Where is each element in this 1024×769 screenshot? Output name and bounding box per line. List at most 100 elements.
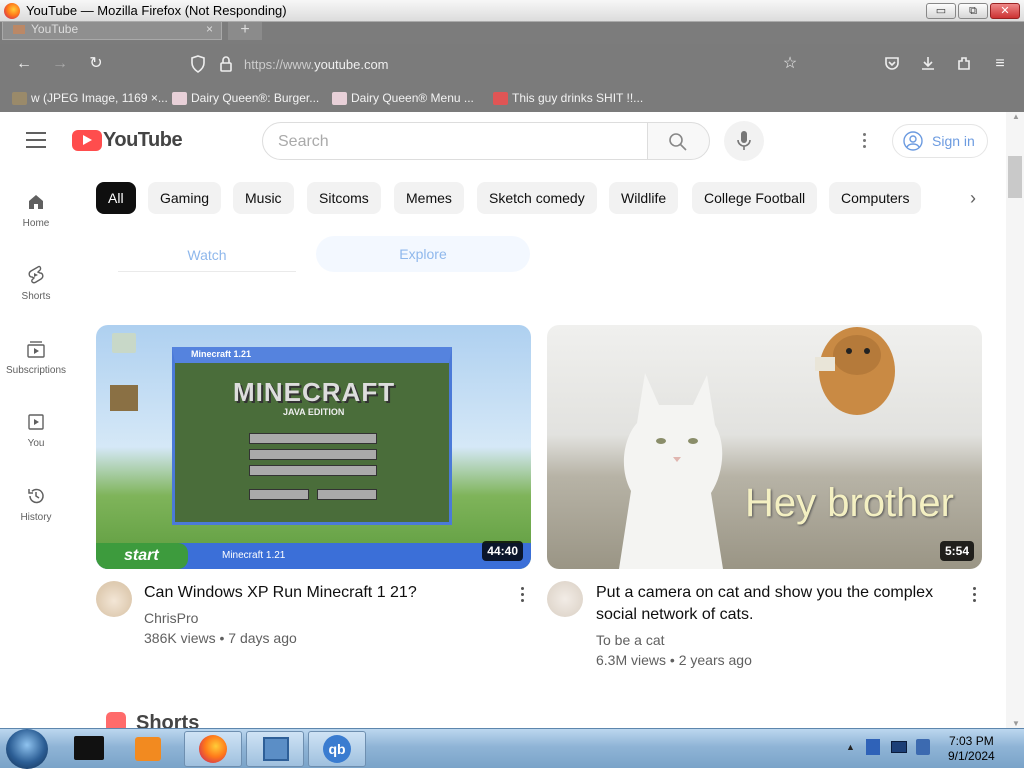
youtube-page: YouTube Search Sign in Home Shorts Subsc… [0, 112, 1024, 728]
thumb-minecraft-title: MINECRAFT [233, 377, 396, 407]
image-icon [12, 91, 27, 105]
bookmark-item[interactable]: This guy drinks SHIT !!... [493, 90, 643, 106]
channel-name[interactable]: ChrisPro [144, 608, 198, 628]
search-input[interactable]: Search [262, 122, 648, 160]
lock-icon[interactable] [217, 55, 235, 73]
chip-wildlife[interactable]: Wildlife [609, 182, 679, 214]
channel-name[interactable]: To be a cat [596, 630, 665, 650]
tray-expand-icon[interactable]: ▲ [846, 742, 855, 752]
tray-volume-icon[interactable] [916, 739, 930, 755]
search-button[interactable] [647, 122, 710, 160]
url-bar[interactable]: https://www.youtube.com [244, 57, 389, 72]
channel-avatar[interactable] [547, 581, 583, 617]
taskbar-network-button[interactable] [246, 731, 304, 767]
new-tab-button[interactable]: + [228, 22, 262, 40]
back-icon[interactable]: ← [15, 55, 33, 73]
video-meta: 6.3M views • 2 years ago [596, 652, 752, 668]
chip-memes[interactable]: Memes [394, 182, 464, 214]
video-thumbnail[interactable]: Hey brother 5:54 [547, 325, 982, 569]
tab-explore[interactable]: Explore [316, 236, 530, 272]
white-cat-image [619, 373, 723, 569]
chip-gaming[interactable]: Gaming [148, 182, 222, 214]
taskbar-qbittorrent-button[interactable]: qb [308, 731, 366, 767]
home-icon [29, 195, 43, 209]
video-title[interactable]: Can Windows XP Run Minecraft 1 21? [144, 582, 504, 604]
tray-network-icon[interactable] [891, 741, 907, 753]
url-domain: youtube.com [314, 57, 389, 72]
forward-icon[interactable]: → [51, 55, 69, 73]
youtube-logo-text[interactable]: YouTube [103, 129, 183, 152]
minecraft-launcher-icon [110, 385, 138, 411]
rail-subscriptions[interactable]: Subscriptions [0, 339, 72, 376]
tracking-shield-icon[interactable] [189, 55, 207, 73]
channel-avatar[interactable] [96, 581, 132, 617]
video-duration: 5:54 [939, 541, 974, 561]
tray-security-icon[interactable] [866, 739, 880, 755]
video-meta: 386K views • 7 days ago [144, 630, 297, 646]
voice-search-button[interactable] [724, 121, 764, 161]
scroll-down-icon[interactable]: ▼ [1012, 719, 1020, 728]
chip-college-football[interactable]: College Football [692, 182, 818, 214]
taskbar-firefox-button[interactable] [184, 731, 242, 767]
thumb-task-label: Minecraft 1.21 [222, 550, 286, 561]
bookmark-star-icon[interactable]: ☆ [781, 55, 799, 73]
firefox-logo-icon [4, 3, 20, 19]
sign-in-label: Sign in [932, 133, 975, 149]
rail-label: Home [22, 218, 50, 229]
scroll-up-icon[interactable]: ▲ [1012, 112, 1020, 121]
clock-date: 9/1/2024 [948, 749, 995, 763]
sign-in-button[interactable]: Sign in [892, 124, 988, 158]
restore-button[interactable]: ⧉ [958, 3, 988, 19]
bookmark-label: Dairy Queen® Menu ... [351, 91, 474, 105]
chips-next-chevron-icon[interactable]: › [970, 188, 976, 209]
tab-watch[interactable]: Watch [118, 238, 296, 272]
chip-computers[interactable]: Computers [829, 182, 922, 214]
video-more-icon[interactable] [517, 586, 527, 604]
rail-home[interactable]: Home [0, 192, 72, 229]
chip-music[interactable]: Music [233, 182, 294, 214]
thumb-caption: Hey brother [745, 481, 954, 525]
thumb-start-button: start [96, 543, 188, 569]
pocket-icon[interactable] [883, 55, 901, 73]
navigation-toolbar: ← → ↻ https://www.youtube.com ☆ ≡ [0, 44, 1024, 84]
extensions-icon[interactable] [955, 55, 973, 73]
bookmark-item[interactable]: Dairy Queen®: Burger... [172, 90, 319, 106]
network-app-icon [263, 737, 289, 761]
chip-sitcoms[interactable]: Sitcoms [307, 182, 381, 214]
bookmark-item[interactable]: Dairy Queen® Menu ... [332, 90, 474, 106]
window-title-bar[interactable]: YouTube — Mozilla Firefox (Not Respondin… [0, 0, 1024, 22]
guide-menu-icon[interactable] [26, 132, 46, 148]
bookmarks-toolbar: w (JPEG Image, 1169 ×... Dairy Queen®: B… [0, 84, 1024, 112]
rail-you[interactable]: You [0, 412, 72, 449]
rail-history[interactable]: History [0, 486, 72, 523]
menu-hamburger-icon[interactable]: ≡ [991, 55, 1009, 73]
clock-time: 7:03 PM [949, 734, 994, 748]
close-button[interactable]: ✕ [990, 3, 1020, 19]
rail-shorts[interactable]: Shorts [0, 265, 72, 302]
start-orb-icon[interactable] [6, 729, 48, 769]
chip-sketch-comedy[interactable]: Sketch comedy [477, 182, 597, 214]
settings-more-icon[interactable] [859, 132, 869, 150]
scrollbar-thumb[interactable] [1008, 156, 1022, 198]
video-title[interactable]: Put a camera on cat and show you the com… [596, 582, 966, 626]
media-player-icon[interactable] [135, 737, 161, 761]
search-icon [669, 133, 687, 151]
minimize-button[interactable]: ▭ [926, 3, 956, 19]
tab-youtube[interactable]: YouTube × [2, 22, 222, 40]
youtube-logo-icon[interactable] [72, 130, 102, 151]
shorts-heading: Shorts [136, 712, 200, 728]
system-clock[interactable]: 7:03 PM 9/1/2024 [948, 734, 995, 764]
video-thumbnail[interactable]: Minecraft 1.21 MINECRAFT JAVA EDITION st… [96, 325, 531, 569]
firefox-icon [199, 735, 227, 763]
video-more-icon[interactable] [969, 586, 979, 604]
terminal-app-icon[interactable] [74, 736, 104, 760]
page-scrollbar[interactable]: ▲ ▼ [1006, 112, 1024, 728]
you-icon [28, 414, 44, 430]
tab-label: YouTube [31, 22, 79, 36]
tab-close-button[interactable]: × [206, 22, 213, 36]
reload-icon[interactable]: ↻ [87, 55, 105, 73]
bookmark-item[interactable]: w (JPEG Image, 1169 ×... [12, 90, 168, 106]
downloads-icon[interactable] [919, 55, 937, 73]
thumb-xp-taskbar: start Minecraft 1.21 [96, 543, 531, 569]
chip-all[interactable]: All [96, 182, 136, 214]
